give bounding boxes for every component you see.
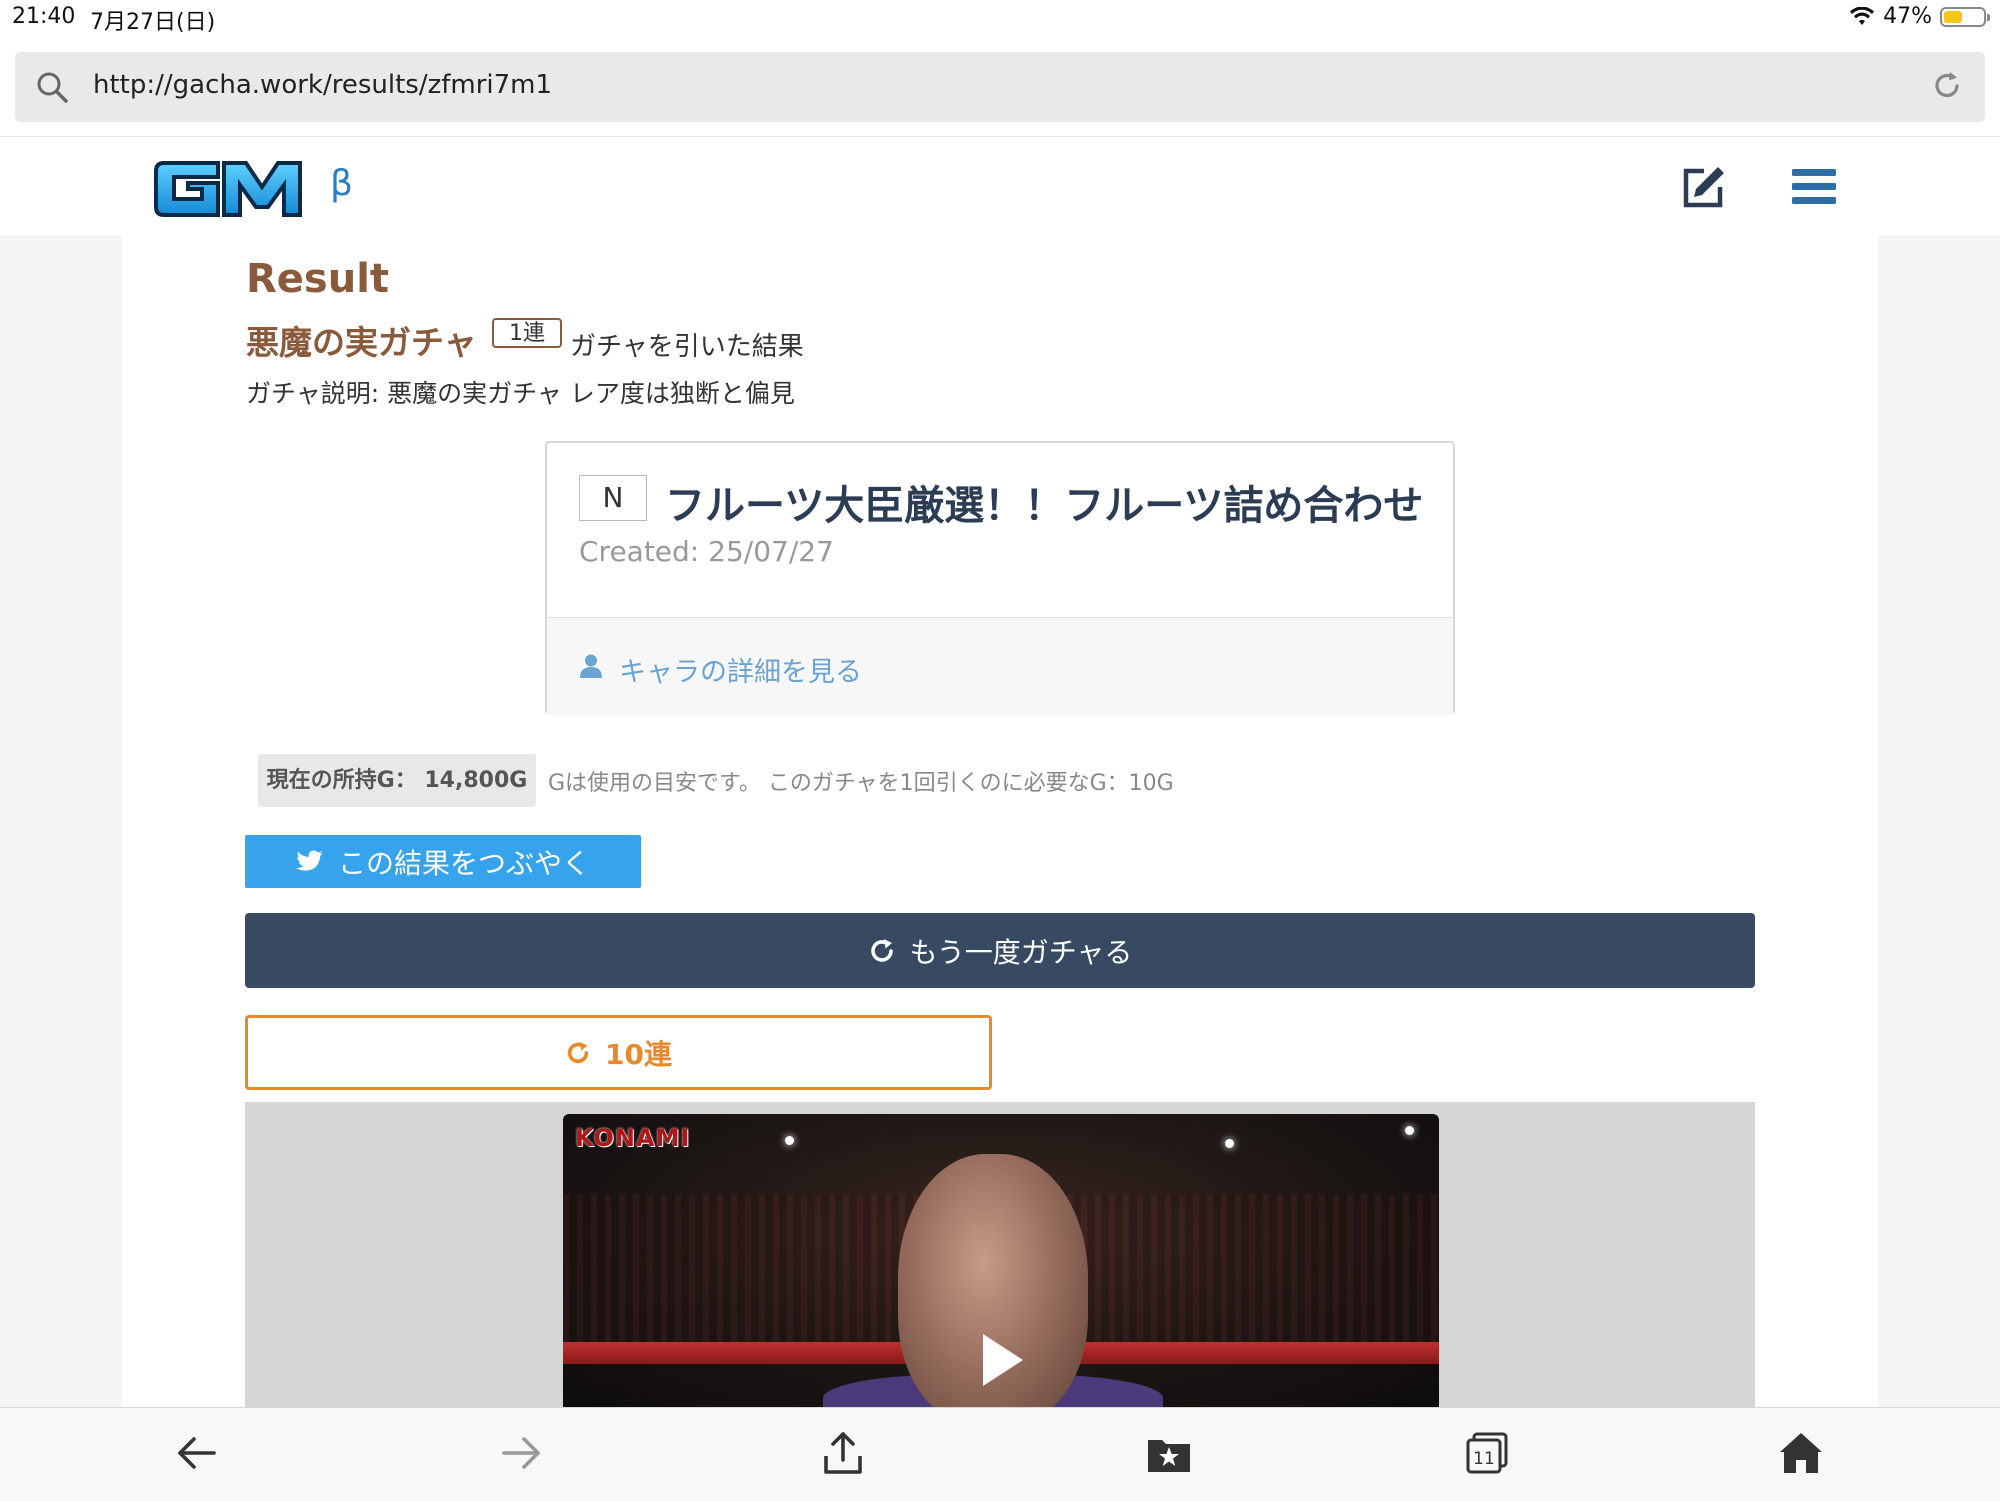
- status-bar: 21:40 7月27日(日) 47%: [0, 0, 2000, 40]
- wifi-icon: [1850, 6, 1875, 25]
- created-date: Created: 25/07/27: [579, 535, 834, 568]
- card-footer: キャラの詳細を見る: [547, 617, 1453, 715]
- tab-count: 11: [1473, 1449, 1495, 1469]
- rarity-badge: N: [579, 475, 647, 521]
- status-time: 21:40: [12, 4, 76, 29]
- user-icon: [580, 654, 602, 678]
- refresh-icon: [567, 1041, 589, 1063]
- home-icon[interactable]: [1778, 1430, 1824, 1476]
- draw-count-badge: 1連: [492, 318, 562, 348]
- status-date: 7月27日(日): [90, 10, 216, 35]
- ten-draw-label: 10連: [605, 1037, 672, 1071]
- address-bar[interactable]: http://gacha.work/results/zfmri7m1: [15, 52, 1985, 122]
- character-detail-link[interactable]: キャラの詳細を見る: [619, 650, 862, 689]
- result-card: N フルーツ大臣厳選！！フルーツ詰め合わせ Created: 25/07/27 …: [545, 441, 1455, 715]
- hamburger-menu-icon[interactable]: [1792, 167, 1836, 207]
- gacha-again-label: もう一度ガチャる: [909, 935, 1133, 969]
- twitter-bird-icon: [295, 850, 323, 871]
- bookmarks-icon[interactable]: [1146, 1430, 1192, 1476]
- ten-draw-button[interactable]: 10連: [245, 1015, 992, 1090]
- share-icon[interactable]: [820, 1430, 866, 1476]
- tweet-button[interactable]: この結果をつぶやく: [245, 835, 641, 888]
- item-title: フルーツ大臣厳選！！フルーツ詰め合わせ: [665, 483, 1424, 529]
- reload-icon[interactable]: [1929, 68, 1965, 104]
- gacha-name-link[interactable]: 悪魔の実ガチャ: [246, 316, 477, 364]
- video-brand-logo: KONAMI: [575, 1124, 691, 1152]
- search-icon: [37, 72, 68, 103]
- result-suffix: ガチャを引いた結果: [570, 332, 804, 362]
- gacha-again-button[interactable]: もう一度ガチャる: [245, 913, 1755, 988]
- refresh-icon: [870, 938, 893, 962]
- coin-balance-badge: 現在の所持G： 14,800G: [258, 754, 536, 807]
- play-icon[interactable]: [983, 1334, 1023, 1386]
- site-header: β: [0, 136, 2000, 236]
- tabs-icon[interactable]: 11: [1464, 1430, 1510, 1476]
- url-text[interactable]: http://gacha.work/results/zfmri7m1: [93, 70, 552, 100]
- browser-toolbar: 11: [0, 1407, 2000, 1501]
- gacha-description: ガチャ説明: 悪魔の実ガチャ レア度は独断と偏見: [246, 379, 795, 408]
- battery-icon: [1940, 6, 1990, 27]
- battery-percent: 47%: [1883, 4, 1932, 29]
- coin-note: Gは使用の目安です。 このガチャを1回引くのに必要なG：10G: [548, 771, 1174, 796]
- site-logo[interactable]: β: [152, 159, 362, 219]
- logo-beta: β: [330, 163, 353, 204]
- forward-arrow-icon[interactable]: [498, 1430, 544, 1476]
- tweet-button-label: この結果をつぶやく: [337, 846, 590, 880]
- edit-icon[interactable]: [1680, 163, 1728, 211]
- video-player[interactable]: KONAMI: [563, 1114, 1439, 1407]
- result-heading: Result: [246, 256, 390, 302]
- battery-level: [1944, 10, 1962, 23]
- status-right: 47%: [1849, 4, 1990, 29]
- back-arrow-icon[interactable]: [174, 1430, 220, 1476]
- ad-area: KONAMI: [245, 1102, 1755, 1407]
